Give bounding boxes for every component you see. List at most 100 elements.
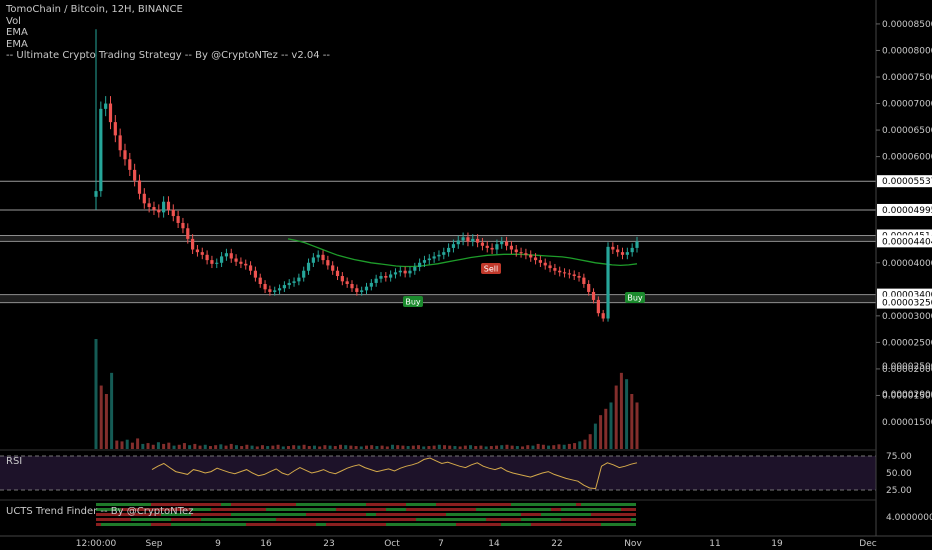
volume-bar: [333, 446, 337, 449]
legend-line-vol[interactable]: Vol: [6, 16, 330, 28]
candle-body: [108, 103, 113, 123]
trend-cell: [506, 513, 511, 516]
candle-body: [162, 201, 166, 213]
trend-cell: [536, 523, 541, 526]
trend-cell: [426, 523, 431, 526]
trend-cell: [451, 513, 456, 516]
trend-cell: [506, 508, 511, 511]
trend-cell: [236, 513, 241, 516]
trend-cell: [111, 523, 116, 526]
trend-cell: [106, 518, 111, 521]
trend-cell: [306, 503, 311, 506]
trend-cell: [261, 513, 266, 516]
trend-cell: [211, 503, 216, 506]
trend-pane-label[interactable]: UCTS Trend Finder -- By @CryptoNTez: [6, 506, 193, 517]
trend-cell: [161, 523, 166, 526]
legend-line-strategy[interactable]: -- Ultimate Crypto Trading Strategy -- B…: [6, 50, 330, 62]
candle-body: [490, 247, 494, 250]
volume-bar: [120, 441, 124, 449]
candle-body: [533, 257, 538, 261]
time-tick-label: Sep: [146, 539, 163, 549]
trend-value-label: 4.00000000: [886, 513, 932, 523]
trend-cell: [616, 513, 621, 516]
volume-bar: [604, 408, 608, 449]
volume-bar: [354, 446, 358, 449]
trend-cell: [396, 518, 401, 521]
trend-cell: [381, 518, 386, 521]
trend-cell: [471, 523, 476, 526]
trend-cell: [256, 508, 261, 511]
trend-cell: [306, 513, 311, 516]
volume-bar: [515, 446, 519, 449]
trend-cell: [321, 503, 326, 506]
candle-body: [268, 289, 272, 292]
trend-cell: [486, 508, 491, 511]
trend-cell: [606, 508, 611, 511]
trend-cell: [431, 523, 436, 526]
trend-cell: [626, 503, 631, 506]
trend-cell: [351, 518, 356, 521]
trend-cell: [276, 518, 281, 521]
trend-cell: [621, 503, 626, 506]
trend-cell: [316, 518, 321, 521]
candle-body: [471, 238, 475, 242]
trend-cell: [231, 503, 236, 506]
trend-cell: [406, 513, 411, 516]
candle-body: [509, 245, 514, 250]
trend-cell: [366, 513, 371, 516]
trend-cell: [281, 513, 286, 516]
trend-cell: [411, 513, 416, 516]
trend-cell: [526, 523, 531, 526]
candle-body: [355, 288, 359, 292]
volume-bar: [359, 446, 363, 449]
candle-body: [582, 277, 586, 284]
trend-cell: [326, 518, 331, 521]
trend-cell: [326, 508, 331, 511]
trend-cell: [421, 508, 426, 511]
trend-cell: [236, 523, 241, 526]
volume-bar: [619, 372, 623, 449]
chart-legend: TomoChain / Bitcoin, 12H, BINANCE Vol EM…: [6, 4, 330, 62]
volume-bar: [635, 402, 639, 449]
trend-cell: [456, 503, 461, 506]
trend-cell: [166, 518, 171, 521]
candle-body: [176, 216, 180, 223]
candle-body: [321, 254, 325, 261]
trend-cell: [586, 513, 591, 516]
trend-cell: [241, 508, 246, 511]
trend-cell: [401, 508, 406, 511]
rsi-pane-label[interactable]: RSI: [6, 456, 22, 467]
trend-cell: [211, 518, 216, 521]
trend-cell: [196, 523, 201, 526]
candle-body: [538, 260, 542, 263]
volume-bar: [526, 445, 530, 449]
trend-cell: [361, 523, 366, 526]
trend-cell: [201, 513, 206, 516]
trend-cell: [116, 518, 121, 521]
candle-body: [447, 247, 451, 253]
trend-cell: [441, 513, 446, 516]
trend-cell: [196, 508, 201, 511]
legend-line-ema-1[interactable]: EMA: [6, 27, 330, 39]
chart-canvas[interactable]: 0.000055370.000049950.000045140.00004404…: [0, 0, 932, 550]
trend-cell: [566, 503, 571, 506]
trend-cell: [526, 503, 531, 506]
volume-bar: [214, 445, 218, 449]
trend-cell: [436, 513, 441, 516]
trend-cell: [321, 508, 326, 511]
legend-line-ema-2[interactable]: EMA: [6, 39, 330, 51]
volume-bar: [411, 445, 415, 449]
symbol-title[interactable]: TomoChain / Bitcoin, 12H, BINANCE: [6, 4, 330, 16]
trend-cell: [616, 523, 621, 526]
candle-body: [326, 260, 330, 266]
trend-cell: [381, 523, 386, 526]
candle-body: [524, 253, 528, 255]
trend-cell: [401, 513, 406, 516]
trend-cell: [336, 503, 341, 506]
trend-cell: [431, 513, 436, 516]
trend-cell: [291, 523, 296, 526]
trend-cell: [251, 513, 256, 516]
candle-body: [340, 276, 344, 282]
trend-cell: [156, 523, 161, 526]
candle-body: [263, 284, 267, 290]
